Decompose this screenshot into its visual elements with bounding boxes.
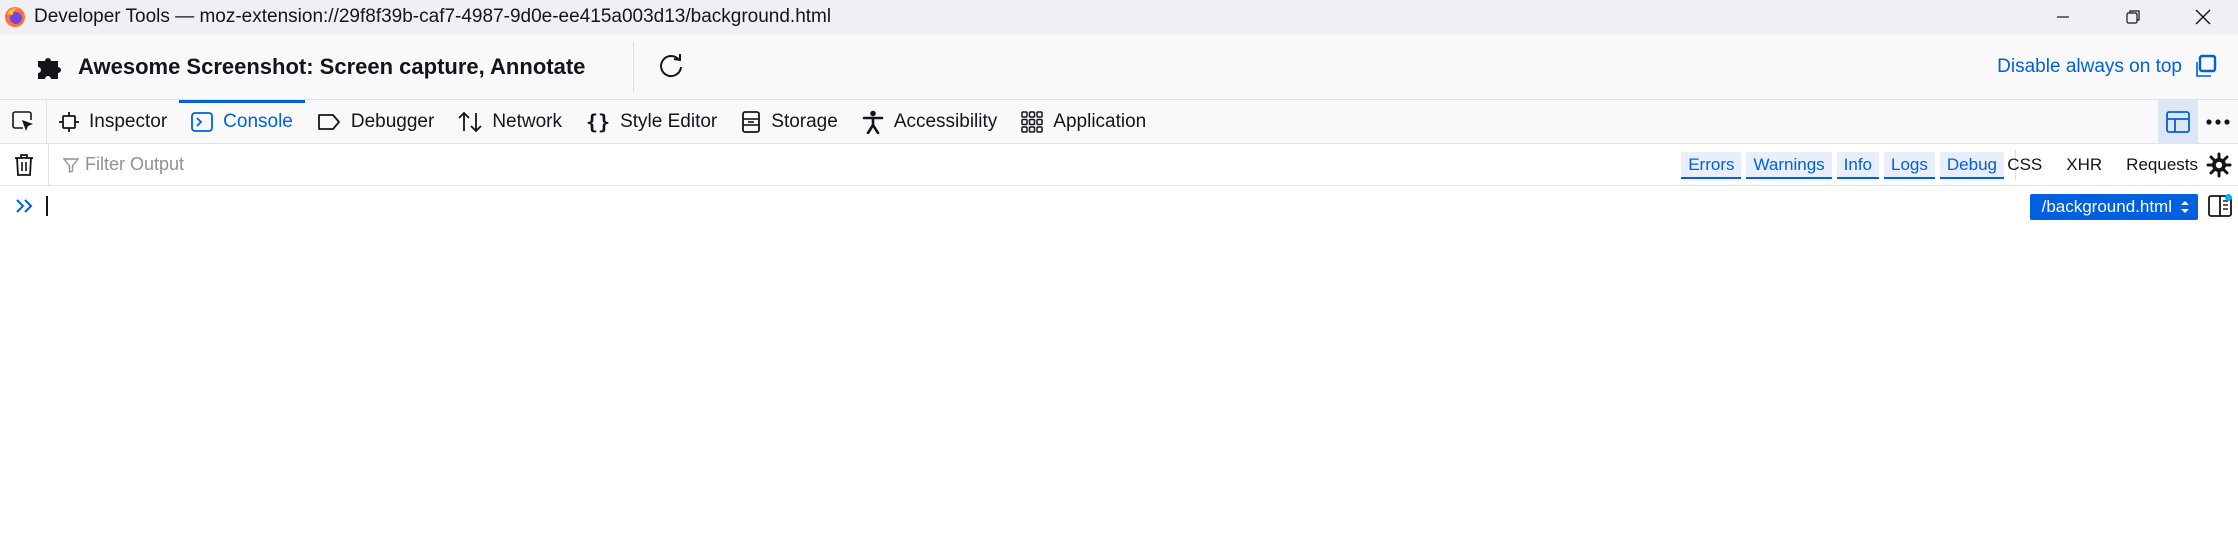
- tab-debugger[interactable]: Debugger: [305, 100, 446, 143]
- evaluation-context-label: /background.html: [2041, 197, 2172, 216]
- tab-label: Accessibility: [893, 110, 998, 132]
- element-picker-icon: [12, 110, 33, 131]
- storage-icon: [742, 110, 761, 133]
- devtools-tabbar: Inspector Console Debugger Network {} St…: [0, 100, 2238, 144]
- filter-logs-button[interactable]: Logs: [1884, 151, 1935, 179]
- tab-label: Debugger: [350, 110, 435, 132]
- always-on-top-icon: [2196, 54, 2217, 77]
- filter-debug-button[interactable]: Debug: [1939, 151, 2004, 179]
- always-on-top-button[interactable]: Disable always on top: [1997, 34, 2218, 100]
- application-icon: [1021, 110, 1044, 133]
- console-input-row[interactable]: /background.html: [0, 186, 2238, 226]
- minimize-icon: [2057, 16, 2069, 18]
- filter-icon: [63, 157, 79, 173]
- console-icon: [191, 111, 214, 132]
- filter-warnings-button[interactable]: Warnings: [1746, 151, 1832, 179]
- reload-icon[interactable]: [656, 52, 686, 82]
- tab-accessibility[interactable]: Accessibility: [850, 100, 1009, 143]
- tab-label: Style Editor: [620, 110, 718, 132]
- puzzle-icon: [38, 57, 61, 79]
- close-icon: [2195, 9, 2211, 25]
- accessibility-icon: [862, 110, 884, 134]
- gear-icon: [2206, 152, 2232, 178]
- tab-console[interactable]: Console: [179, 100, 305, 143]
- filter-xhr-button[interactable]: XHR: [2066, 155, 2102, 175]
- tab-style-editor[interactable]: {} Style Editor: [574, 100, 729, 143]
- debugger-icon: [317, 113, 340, 130]
- filter-placeholder: Filter Output: [85, 154, 185, 174]
- filter-css-button[interactable]: CSS: [2007, 155, 2042, 175]
- style-editor-icon: {}: [586, 109, 611, 134]
- always-on-top-label: Disable always on top: [1997, 56, 2182, 77]
- tab-storage[interactable]: Storage: [729, 100, 850, 143]
- element-picker-button[interactable]: [0, 100, 47, 143]
- tab-application[interactable]: Application: [1009, 100, 1158, 143]
- tab-label: Console: [223, 110, 293, 132]
- text-caret: [46, 196, 48, 216]
- clear-console-button[interactable]: [0, 143, 49, 186]
- dock-icon: [2166, 111, 2190, 133]
- window-titlebar: Developer Tools — moz-extension://29f8f3…: [0, 0, 2238, 34]
- inspector-icon: [59, 111, 79, 132]
- network-icon: [458, 111, 482, 132]
- filter-errors-button[interactable]: Errors: [1681, 151, 1742, 179]
- console-settings-button[interactable]: [2206, 144, 2232, 186]
- extension-header: Awesome Screenshot: Screen capture, Anno…: [0, 34, 2238, 100]
- tab-label: Inspector: [89, 110, 168, 132]
- extension-title: Awesome Screenshot: Screen capture, Anno…: [78, 53, 586, 79]
- more-options-button[interactable]: [2198, 100, 2238, 144]
- divider: [633, 41, 635, 92]
- tab-label: Application: [1053, 110, 1147, 132]
- console-filter-bar: Filter Output Errors Warnings Info Logs …: [0, 143, 2238, 186]
- restore-button[interactable]: [2098, 0, 2168, 34]
- restore-icon: [2126, 10, 2140, 24]
- tab-label: Network: [492, 110, 563, 132]
- tab-label: Storage: [771, 110, 838, 132]
- minimize-button[interactable]: [2028, 0, 2098, 34]
- trash-icon: [15, 153, 33, 176]
- evaluation-context-selector[interactable]: /background.html: [2029, 194, 2198, 220]
- close-button[interactable]: [2168, 0, 2238, 34]
- filter-requests-button[interactable]: Requests: [2126, 155, 2198, 175]
- notification-dot: [2225, 194, 2232, 201]
- filter-output-input[interactable]: Filter Output: [63, 154, 184, 175]
- sidebar-toggle-button[interactable]: [2206, 192, 2234, 220]
- tab-network[interactable]: Network: [446, 100, 574, 143]
- prompt-chevron-icon: [16, 199, 33, 213]
- firefox-icon: [5, 7, 25, 27]
- updown-arrow-icon: [2181, 201, 2189, 213]
- tab-inspector[interactable]: Inspector: [47, 100, 179, 143]
- window-title: Developer Tools — moz-extension://29f8f3…: [34, 6, 832, 27]
- more-options-icon: [2206, 119, 2230, 125]
- dock-toggle-button[interactable]: [2158, 100, 2198, 144]
- filter-info-button[interactable]: Info: [1836, 151, 1880, 179]
